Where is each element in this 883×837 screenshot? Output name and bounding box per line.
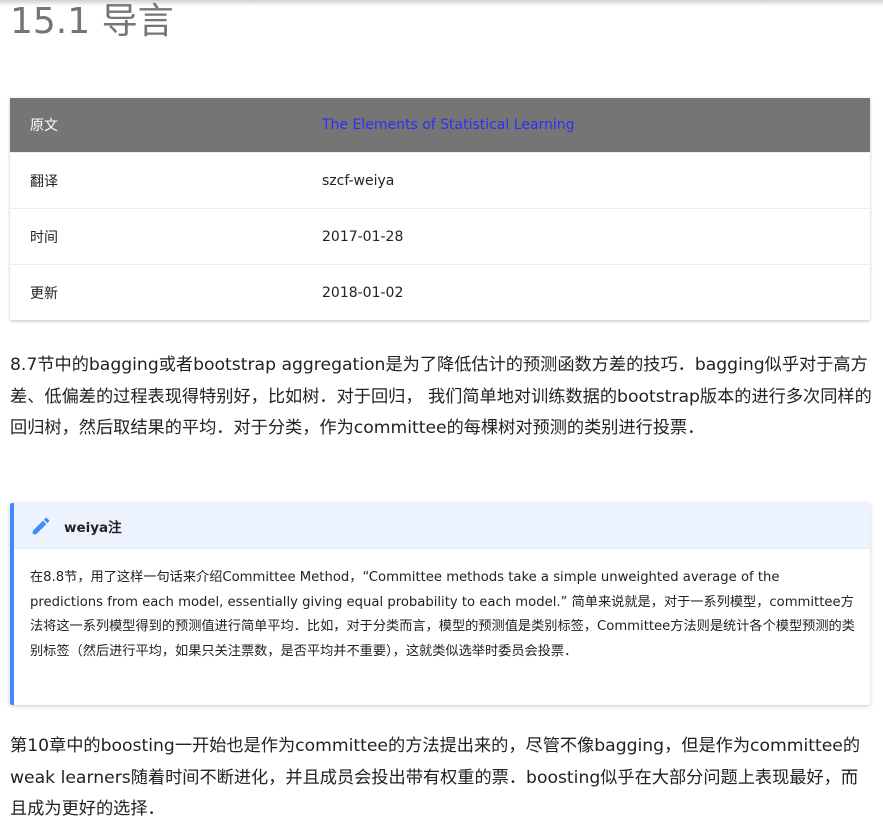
boosting-paragraph: 第10章中的boosting一开始也是作为committee的方法提出来的，尽管… — [10, 736, 861, 819]
note-admonition: weiya注 在8.8节，用了这样一句话来介绍Committee Method，… — [10, 503, 870, 705]
info-table: 原文 The Elements of Statistical Learning … — [10, 98, 870, 320]
page-title: 15.1 导言 — [10, 1, 174, 42]
note-body: 在8.8节，用了这样一句话来介绍Committee Method，“Commit… — [30, 570, 855, 659]
row-label-date: 时间 — [10, 208, 302, 265]
pencil-icon — [30, 515, 52, 537]
row-value-updated: 2018-01-02 — [302, 264, 870, 320]
table-row: 更新 2018-01-02 — [10, 264, 870, 320]
row-label-translator: 翻译 — [10, 152, 302, 209]
intro-paragraph: 8.7节中的bagging或者bootstrap aggregation是为了降… — [10, 355, 872, 438]
row-value-date: 2017-01-28 — [302, 208, 870, 265]
table-header-row: 原文 The Elements of Statistical Learning — [10, 98, 870, 153]
source-book-link[interactable]: The Elements of Statistical Learning — [322, 117, 575, 133]
table-header-value: The Elements of Statistical Learning — [302, 98, 870, 153]
note-title: weiya注 — [64, 519, 122, 536]
table-row: 时间 2017-01-28 — [10, 208, 870, 265]
row-label-updated: 更新 — [10, 264, 302, 320]
row-value-translator: szcf-weiya — [302, 152, 870, 209]
table-header-label: 原文 — [10, 98, 302, 153]
note-header: weiya注 — [14, 503, 870, 549]
table-row: 翻译 szcf-weiya — [10, 152, 870, 209]
